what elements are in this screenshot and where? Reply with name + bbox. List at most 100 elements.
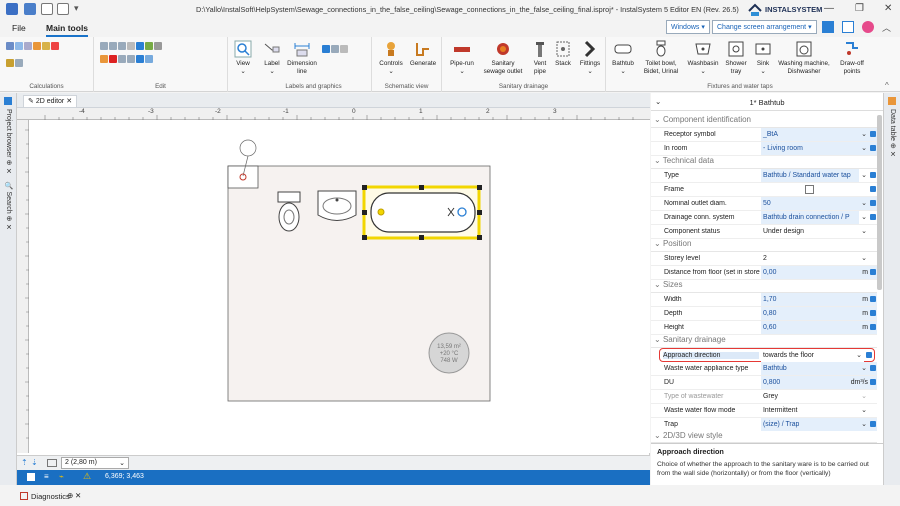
view-button[interactable]: View ⌄ <box>232 40 254 75</box>
prop-value[interactable]: Intermittent <box>761 404 877 417</box>
prop-value[interactable]: Bathtub / Standard water tap <box>761 169 859 182</box>
warning-icon[interactable]: ⚠ <box>83 471 91 482</box>
chevron-down-icon[interactable]: ⌄ <box>861 254 867 262</box>
help-icon[interactable] <box>842 21 854 33</box>
link-icon[interactable] <box>870 421 876 427</box>
calc-icon[interactable] <box>15 42 23 50</box>
delete-icon[interactable] <box>109 55 117 63</box>
project-browser-tab[interactable]: Project browser ⊕ ✕ <box>4 109 12 175</box>
prop-value[interactable]: _BtA <box>761 128 877 141</box>
calc-icon[interactable] <box>42 42 50 50</box>
edit-icon[interactable] <box>145 55 153 63</box>
calc-icon[interactable] <box>33 42 41 50</box>
text-icon[interactable] <box>322 45 330 53</box>
category-sizes[interactable]: ⌄ Sizes <box>651 280 877 293</box>
close-tab-icon[interactable]: ✕ <box>66 98 72 105</box>
category-view-style[interactable]: ⌄ 2D/3D view style <box>651 431 877 443</box>
chevron-down-icon[interactable]: ⌄ <box>861 406 867 414</box>
prop-value[interactable]: 50 <box>761 197 877 210</box>
generate-button[interactable]: Generate <box>408 40 438 68</box>
edit-icon[interactable] <box>136 55 144 63</box>
bathtub-button[interactable]: Bathtub ⌄ <box>610 40 636 75</box>
link-icon[interactable] <box>870 131 876 137</box>
prop-value[interactable]: towards the floor <box>761 349 864 362</box>
prop-value[interactable]: 0,60 <box>761 321 877 334</box>
prop-value[interactable]: Bathtub drain connection / P <box>761 211 859 224</box>
close-icon[interactable]: ✕ <box>884 3 892 14</box>
new-file-icon[interactable] <box>41 3 53 15</box>
chevron-down-icon[interactable]: ⌄ <box>861 420 867 428</box>
data-table-tab[interactable]: Data table ⊕ ✕ <box>888 109 896 159</box>
floor-plan[interactable] <box>29 120 650 453</box>
menu-file[interactable]: File <box>12 23 26 33</box>
prop-row-status[interactable]: Component status Under design ⌄ <box>651 225 877 239</box>
shower-tray-button[interactable]: Shower tray <box>722 40 750 75</box>
drawing-canvas[interactable]: 13,59 m² +20 °C 748 W <box>29 120 650 453</box>
pin-icon[interactable]: ⊕ <box>67 491 73 500</box>
data-table-icon[interactable] <box>888 97 896 105</box>
chevron-down-icon[interactable]: ⌄ <box>861 171 867 179</box>
link-icon[interactable] <box>870 365 876 371</box>
chevron-down-icon[interactable]: ⌄ <box>861 364 867 372</box>
toilet-button[interactable]: Toilet bowl, Bidet, Urinal <box>638 40 684 75</box>
link-icon[interactable] <box>870 296 876 302</box>
link-icon[interactable] <box>870 145 876 151</box>
link-icon[interactable] <box>870 172 876 178</box>
stack-box[interactable] <box>227 165 259 189</box>
category-drainage[interactable]: ⌄ Sanitary drainage <box>651 335 877 348</box>
open-file-icon[interactable] <box>57 3 69 15</box>
settings-icon[interactable] <box>862 21 874 33</box>
restore-icon[interactable]: ❐ <box>855 3 864 14</box>
prop-row-frame[interactable]: Frame <box>651 183 877 197</box>
edit-icon[interactable] <box>127 42 135 50</box>
prop-row-width[interactable]: Width 1,70 m <box>651 293 877 307</box>
menu-main-tools[interactable]: Main tools <box>46 23 89 37</box>
dimension-line-button[interactable]: Dimension line <box>286 40 318 75</box>
prop-row-appliance[interactable]: Waste water appliance type Bathtub ⌄ <box>651 362 877 376</box>
sewage-outlet-button[interactable]: Sanitary sewage outlet <box>480 40 526 75</box>
prop-row-type[interactable]: Type Bathtub / Standard water tap ⌄ <box>651 169 877 183</box>
prop-value[interactable]: - Living room <box>761 142 877 155</box>
search-tab[interactable]: 🔍 Search ⊕ ✕ <box>4 181 12 231</box>
prop-value[interactable]: 0,80 <box>761 307 877 320</box>
storey-up-icon[interactable]: ⇡ <box>21 458 28 467</box>
prop-row-trap[interactable]: Trap (size) / Trap ⌄ <box>651 418 877 432</box>
draw-off-points-button[interactable]: Draw-off points <box>834 40 870 75</box>
properties-header[interactable]: ⌄ 1* Bathtub <box>651 93 883 111</box>
storey-select[interactable]: 2 (2,80 m) ⌄ <box>61 457 129 469</box>
prop-row-outlet[interactable]: Nominal outlet diam. 50 ⌄ <box>651 197 877 211</box>
prop-row-receptor[interactable]: Receptor symbol _BtA ⌄ <box>651 128 877 142</box>
storey-down-icon[interactable]: ⇣ <box>31 458 38 467</box>
edit-icon[interactable] <box>154 42 162 50</box>
link-icon[interactable] <box>866 352 872 358</box>
link-icon[interactable] <box>870 269 876 275</box>
link-icon[interactable] <box>870 379 876 385</box>
graphic-icon[interactable] <box>331 45 339 53</box>
windows-button[interactable]: Windows ▾ <box>666 20 710 34</box>
menu-lines-icon[interactable]: ≡ <box>44 472 49 481</box>
collapse-ribbon-icon[interactable]: ︿ <box>882 21 891 34</box>
fittings-button[interactable]: Fittings ⌄ <box>576 40 604 75</box>
prop-row-height[interactable]: Height 0,60 m <box>651 321 877 335</box>
label-button[interactable]: Label ⌄ <box>260 40 284 75</box>
calc-icon[interactable] <box>6 42 14 50</box>
diagnostics-tab[interactable]: Diagnostics ⊕ ✕ <box>17 487 897 506</box>
chevron-down-icon[interactable]: ⌄ <box>861 199 867 207</box>
chevron-down-icon[interactable]: ⌄ <box>856 351 862 359</box>
frame-checkbox[interactable] <box>805 185 814 194</box>
monitor-icon[interactable] <box>822 21 834 33</box>
close-icon[interactable]: ✕ <box>75 491 81 500</box>
prop-row-storey[interactable]: Storey level 2 ⌄ <box>651 252 877 266</box>
prop-value[interactable]: 1,70 <box>761 293 877 306</box>
edit-icon[interactable] <box>127 55 135 63</box>
tool-icon[interactable]: ⌁ <box>59 472 64 481</box>
link-icon[interactable] <box>870 324 876 330</box>
screen-arrangement-button[interactable]: Change screen arrangement ▾ <box>712 20 817 34</box>
layers-icon[interactable] <box>27 473 35 481</box>
calc-icon[interactable] <box>6 59 14 67</box>
chevron-down-icon[interactable]: ⌄ <box>861 227 867 235</box>
pipe-run-button[interactable]: Pipe-run ⌄ <box>446 40 478 75</box>
prop-value[interactable]: 0,00 <box>761 266 877 279</box>
washbasin-button[interactable]: Washbasin ⌄ <box>686 40 720 75</box>
prop-row-approach[interactable]: Approach direction towards the floor ⌄ <box>659 348 875 362</box>
